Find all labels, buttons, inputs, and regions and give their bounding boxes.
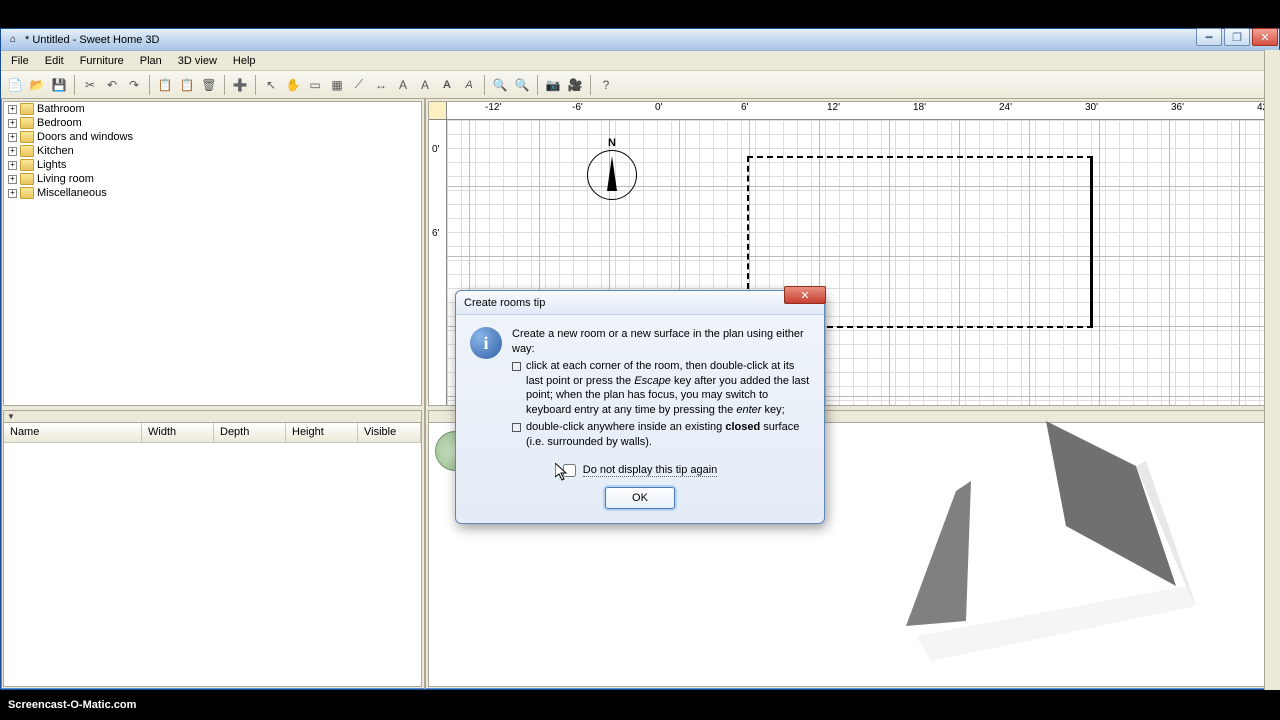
dimension-icon[interactable]: ↔ — [371, 75, 391, 95]
zoom-in-icon[interactable]: 🔍 — [490, 75, 510, 95]
open-icon[interactable]: 📂 — [27, 75, 47, 95]
room-icon[interactable]: ▦ — [327, 75, 347, 95]
dialog-close-button[interactable]: ✕ — [784, 286, 826, 304]
tree-label: Living room — [37, 173, 94, 185]
text2-icon[interactable]: A — [415, 75, 435, 95]
tree-item-lights[interactable]: +Lights — [4, 158, 421, 172]
text-bold-icon[interactable]: A — [437, 75, 457, 95]
folder-icon — [20, 117, 34, 129]
col-visible[interactable]: Visible — [358, 423, 421, 442]
ok-button[interactable]: OK — [605, 487, 675, 509]
menu-file[interactable]: File — [3, 53, 37, 69]
tree-item-bedroom[interactable]: +Bedroom — [4, 116, 421, 130]
wall-icon[interactable]: ▭ — [305, 75, 325, 95]
tree-item-kitchen[interactable]: +Kitchen — [4, 144, 421, 158]
zoom-out-icon[interactable]: 🔍 — [512, 75, 532, 95]
folder-icon — [20, 173, 34, 185]
watermark: Screencast-O-Matic.com — [0, 690, 1280, 720]
add-furniture-icon[interactable]: ➕ — [230, 75, 250, 95]
col-name[interactable]: Name — [4, 423, 142, 442]
redo-icon[interactable]: ↷ — [124, 75, 144, 95]
tree-label: Kitchen — [37, 145, 74, 157]
pan-icon[interactable]: ✋ — [283, 75, 303, 95]
tree-item-doors[interactable]: +Doors and windows — [4, 130, 421, 144]
save-icon[interactable]: 💾 — [49, 75, 69, 95]
dialog-message: Create a new room or a new surface in th… — [512, 327, 810, 452]
photo-icon[interactable]: 📷 — [543, 75, 563, 95]
text-icon[interactable]: A — [393, 75, 413, 95]
dialog-title-text: Create rooms tip — [464, 297, 545, 309]
cut-icon[interactable]: ✂ — [80, 75, 100, 95]
minimize-button[interactable]: ━ — [1196, 28, 1222, 46]
video-icon[interactable]: 🎥 — [565, 75, 585, 95]
close-button[interactable]: ✕ — [1252, 28, 1278, 46]
info-icon: i — [470, 327, 502, 359]
tree-item-living[interactable]: +Living room — [4, 172, 421, 186]
menu-3dview[interactable]: 3D view — [170, 53, 225, 69]
compass-north-label: N — [608, 137, 616, 149]
help-icon[interactable]: ? — [596, 75, 616, 95]
furniture-dropdown-icon[interactable] — [4, 411, 421, 423]
app-icon: ⌂ — [5, 32, 21, 48]
folder-icon — [20, 145, 34, 157]
ruler-horizontal[interactable]: -12' -6' 0' 6' 12' 18' 24' 30' 36' 42' — [447, 102, 1276, 120]
col-width[interactable]: Width — [142, 423, 214, 442]
folder-icon — [20, 159, 34, 171]
text-italic-icon[interactable]: A — [459, 75, 479, 95]
maximize-button[interactable]: ❐ — [1224, 28, 1250, 46]
ruler-vertical[interactable]: 0' 6' — [429, 120, 447, 405]
folder-icon — [20, 187, 34, 199]
catalog-tree[interactable]: +Bathroom +Bedroom +Doors and windows +K… — [3, 101, 422, 406]
tree-label: Bedroom — [37, 117, 82, 129]
undo-icon[interactable]: ↶ — [102, 75, 122, 95]
menu-help[interactable]: Help — [225, 53, 264, 69]
copy-icon[interactable]: 📋 — [155, 75, 175, 95]
tree-item-bathroom[interactable]: +Bathroom — [4, 102, 421, 116]
window-title: * Untitled - Sweet Home 3D — [25, 34, 1275, 46]
polyline-icon[interactable]: ⟋ — [349, 75, 369, 95]
toolbar: 📄 📂 💾 ✂ ↶ ↷ 📋 📋 🗑 ➕ ↖ ✋ ▭ ▦ ⟋ ↔ A A A A … — [1, 71, 1279, 99]
tree-label: Lights — [37, 159, 66, 171]
delete-icon[interactable]: 🗑 — [199, 75, 219, 95]
ruler-origin-icon[interactable] — [429, 102, 447, 120]
paste-icon[interactable]: 📋 — [177, 75, 197, 95]
dialog-titlebar[interactable]: Create rooms tip ✕ — [456, 291, 824, 315]
tree-label: Miscellaneous — [37, 187, 107, 199]
titlebar[interactable]: ⌂ * Untitled - Sweet Home 3D — [1, 29, 1279, 51]
create-rooms-tip-dialog: Create rooms tip ✕ i Create a new room o… — [455, 290, 825, 524]
menubar: File Edit Furniture Plan 3D view Help — [1, 51, 1279, 71]
tree-label: Bathroom — [37, 103, 85, 115]
folder-icon — [20, 103, 34, 115]
col-depth[interactable]: Depth — [214, 423, 286, 442]
new-icon[interactable]: 📄 — [5, 75, 25, 95]
dont-show-again-label[interactable]: Do not display this tip again — [583, 464, 718, 477]
furniture-list[interactable]: Name Width Depth Height Visible — [3, 410, 422, 687]
window-scrollbar[interactable] — [1264, 50, 1280, 690]
select-icon[interactable]: ↖ — [261, 75, 281, 95]
menu-furniture[interactable]: Furniture — [72, 53, 132, 69]
compass-icon[interactable]: N — [587, 150, 637, 200]
furniture-columns: Name Width Depth Height Visible — [4, 423, 421, 443]
folder-icon — [20, 131, 34, 143]
dont-show-again-checkbox[interactable] — [563, 464, 576, 477]
tree-label: Doors and windows — [37, 131, 133, 143]
menu-edit[interactable]: Edit — [37, 53, 72, 69]
col-height[interactable]: Height — [286, 423, 358, 442]
tree-item-misc[interactable]: +Miscellaneous — [4, 186, 421, 200]
menu-plan[interactable]: Plan — [132, 53, 170, 69]
